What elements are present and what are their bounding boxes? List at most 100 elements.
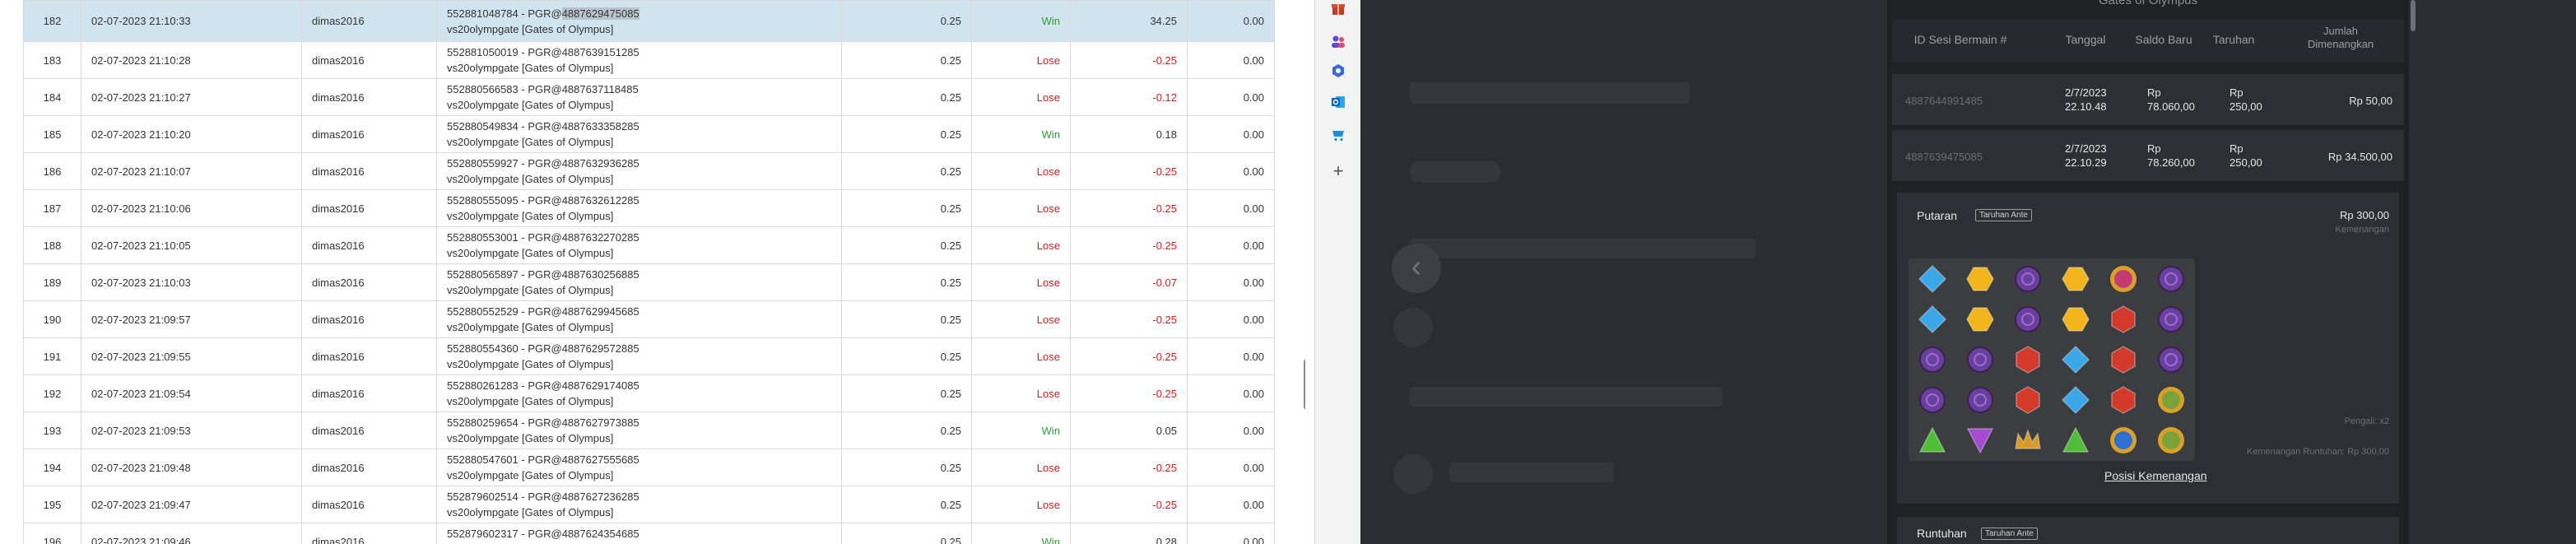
crown-gem-icon (2004, 420, 2052, 460)
history-row[interactable]: 4887644991485 2/7/2023 22.10.48 Rp 78.060,… (1892, 74, 2404, 125)
reel-grid (1909, 258, 2195, 461)
result-cell: Lose (971, 41, 1071, 79)
date-cell: 02-07-2023 21:09:55 (81, 337, 302, 375)
spin-label: Putaran (1917, 209, 1958, 222)
game-name: vs20olympgate [Gates of Olympus] (447, 506, 614, 518)
gift-icon[interactable] (1328, 0, 1348, 18)
result-cell: Win (971, 0, 1071, 42)
transaction-cell: 552880555095 - PGR@4887632612285 vs20olym… (436, 189, 842, 227)
purple-gem-icon (2147, 299, 2195, 339)
round-id: 4887629945685 (561, 305, 639, 318)
username-cell: dimas2016 (301, 226, 437, 264)
back-arrow-button[interactable]: ‹ (1392, 244, 1441, 293)
blue-ring-gem-icon (2099, 420, 2147, 460)
bet-cell: 0.25 (841, 263, 972, 301)
table-row[interactable]: 187 02-07-2023 21:10:06 dimas2016 552880555… (23, 189, 1275, 227)
row-number: 188 (23, 226, 81, 264)
winning-positions-link[interactable]: Posisi Kemenangan (2104, 469, 2207, 482)
red-gem-icon (2099, 339, 2147, 379)
row-number: 190 (23, 300, 81, 338)
add-icon[interactable]: + (1328, 160, 1348, 181)
red-gem-icon (2004, 379, 2052, 420)
bet-cell: 0.25 (841, 152, 972, 190)
table-row[interactable]: 194 02-07-2023 21:09:48 dimas2016 552880547… (23, 449, 1275, 486)
date-cell: 02-07-2023 21:09:46 (81, 523, 302, 544)
table-row[interactable]: 196 02-07-2023 21:09:46 dimas2016 552879602… (23, 523, 1275, 544)
result-cell: Lose (971, 486, 1071, 523)
win-amount-cell: -0.25 (1070, 374, 1188, 412)
bet-cell: 0.25 (841, 411, 972, 449)
background-blur (1410, 387, 1723, 407)
round-id: 4887629475085 (561, 7, 639, 20)
vertical-scrollbar[interactable] (1304, 359, 1305, 410)
date-cell: 02-07-2023 21:09:48 (81, 449, 302, 486)
table-row[interactable]: 191 02-07-2023 21:09:55 dimas2016 552880554… (23, 337, 1275, 375)
transaction-id: 552879602317 - PGR@4887624354685 (447, 526, 831, 542)
date-cell: 02-07-2023 21:10:07 (81, 152, 302, 190)
history-row[interactable]: 4887639475085 2/7/2023 22.10.29 Rp 78.260,… (1892, 130, 2404, 181)
round-id: 4887639151285 (561, 46, 639, 58)
transaction-id: 552881048784 - PGR@4887629475085 (447, 6, 831, 21)
bet-cell: 0.25 (841, 41, 972, 79)
red-gem-icon (2099, 299, 2147, 339)
transaction-prefix: 552880565897 - PGR@ (447, 268, 562, 281)
red-ring-gem-icon (2099, 258, 2147, 299)
gold-gem-icon (2052, 258, 2099, 299)
table-row[interactable]: 186 02-07-2023 21:10:07 dimas2016 552880559… (23, 152, 1275, 190)
result-cell: Lose (971, 152, 1071, 190)
row-number: 191 (23, 337, 81, 375)
table-row[interactable]: 183 02-07-2023 21:10:28 dimas2016 552881050… (23, 41, 1275, 79)
result-cell: Lose (971, 189, 1071, 227)
row-number: 182 (23, 0, 81, 42)
bonus-cell: 0.00 (1187, 449, 1275, 486)
shopping-icon[interactable] (1328, 125, 1348, 145)
panel-scrollbar[interactable] (2411, 0, 2416, 31)
row-number: 183 (23, 41, 81, 79)
table-row[interactable]: 182 02-07-2023 21:10:33 dimas2016 552881048… (23, 0, 1275, 42)
transaction-cell: 552879602317 - PGR@4887624354685vs20olym… (436, 523, 842, 544)
table-row[interactable]: 192 02-07-2023 21:09:54 dimas2016 552880261… (23, 374, 1275, 412)
bonus-cell: 0.00 (1187, 523, 1275, 544)
transaction-cell: 552880566583 - PGR@4887637118485 vs20olym… (436, 78, 842, 116)
gold-gem-icon (2052, 299, 2099, 339)
outlook-icon[interactable] (1328, 92, 1348, 112)
table-row[interactable]: 188 02-07-2023 21:10:05 dimas2016 552880553… (23, 226, 1275, 264)
transaction-prefix: 552879602514 - PGR@ (447, 491, 562, 503)
cascade-card (1897, 517, 2399, 544)
bet-cell: 0.25 (841, 226, 972, 264)
username-cell: dimas2016 (301, 486, 437, 523)
date-cell: 02-07-2023 21:09:47 (81, 486, 302, 523)
people-icon[interactable] (1328, 31, 1348, 51)
purple-gem-icon (2004, 258, 2052, 299)
spin-amount: Rp 300,00 (2340, 209, 2389, 221)
transaction-prefix: 552880553001 - PGR@ (447, 231, 562, 244)
green-gem-icon (2052, 420, 2099, 460)
background-blur (1410, 161, 1500, 183)
game-name: vs20olympgate [Gates of Olympus] (447, 284, 614, 296)
game-name: vs20olympgate [Gates of Olympus] (447, 173, 614, 185)
table-row[interactable]: 185 02-07-2023 21:10:20 dimas2016 552880549… (23, 115, 1275, 153)
table-row[interactable]: 195 02-07-2023 21:09:47 dimas2016 552879602… (23, 486, 1275, 523)
background-blur (1393, 308, 1433, 347)
username-cell: dimas2016 (301, 337, 437, 375)
table-row[interactable]: 193 02-07-2023 21:09:53 dimas2016 552880259… (23, 411, 1275, 449)
bonus-cell: 0.00 (1187, 226, 1275, 264)
result-cell: Lose (971, 78, 1071, 116)
panel-title: Gates of Olympus (2098, 0, 2198, 7)
bonus-cell: 0.00 (1187, 152, 1275, 190)
table-row[interactable]: 189 02-07-2023 21:10:03 dimas2016 552880565… (23, 263, 1275, 301)
game-name: vs20olympgate [Gates of Olympus] (447, 62, 614, 74)
bonus-cell: 0.00 (1187, 263, 1275, 301)
username-cell: dimas2016 (301, 189, 437, 227)
bonus-cell: 0.00 (1187, 189, 1275, 227)
transaction-id: 552880554360 - PGR@4887629572885 (447, 341, 831, 356)
table-row[interactable]: 184 02-07-2023 21:10:27 dimas2016 552880566… (23, 78, 1275, 116)
round-id: 4887629174085 (561, 379, 639, 392)
win-amount-cell: -0.25 (1070, 189, 1188, 227)
purple-gem-icon (1956, 339, 2004, 379)
bet-cell: 0.25 (841, 300, 972, 338)
win-amount-cell: -0.12 (1070, 78, 1188, 116)
extension-icon[interactable] (1328, 61, 1348, 81)
date-cell: 02-07-2023 21:10:20 (81, 115, 302, 153)
table-row[interactable]: 190 02-07-2023 21:09:57 dimas2016 552880552… (23, 300, 1275, 338)
